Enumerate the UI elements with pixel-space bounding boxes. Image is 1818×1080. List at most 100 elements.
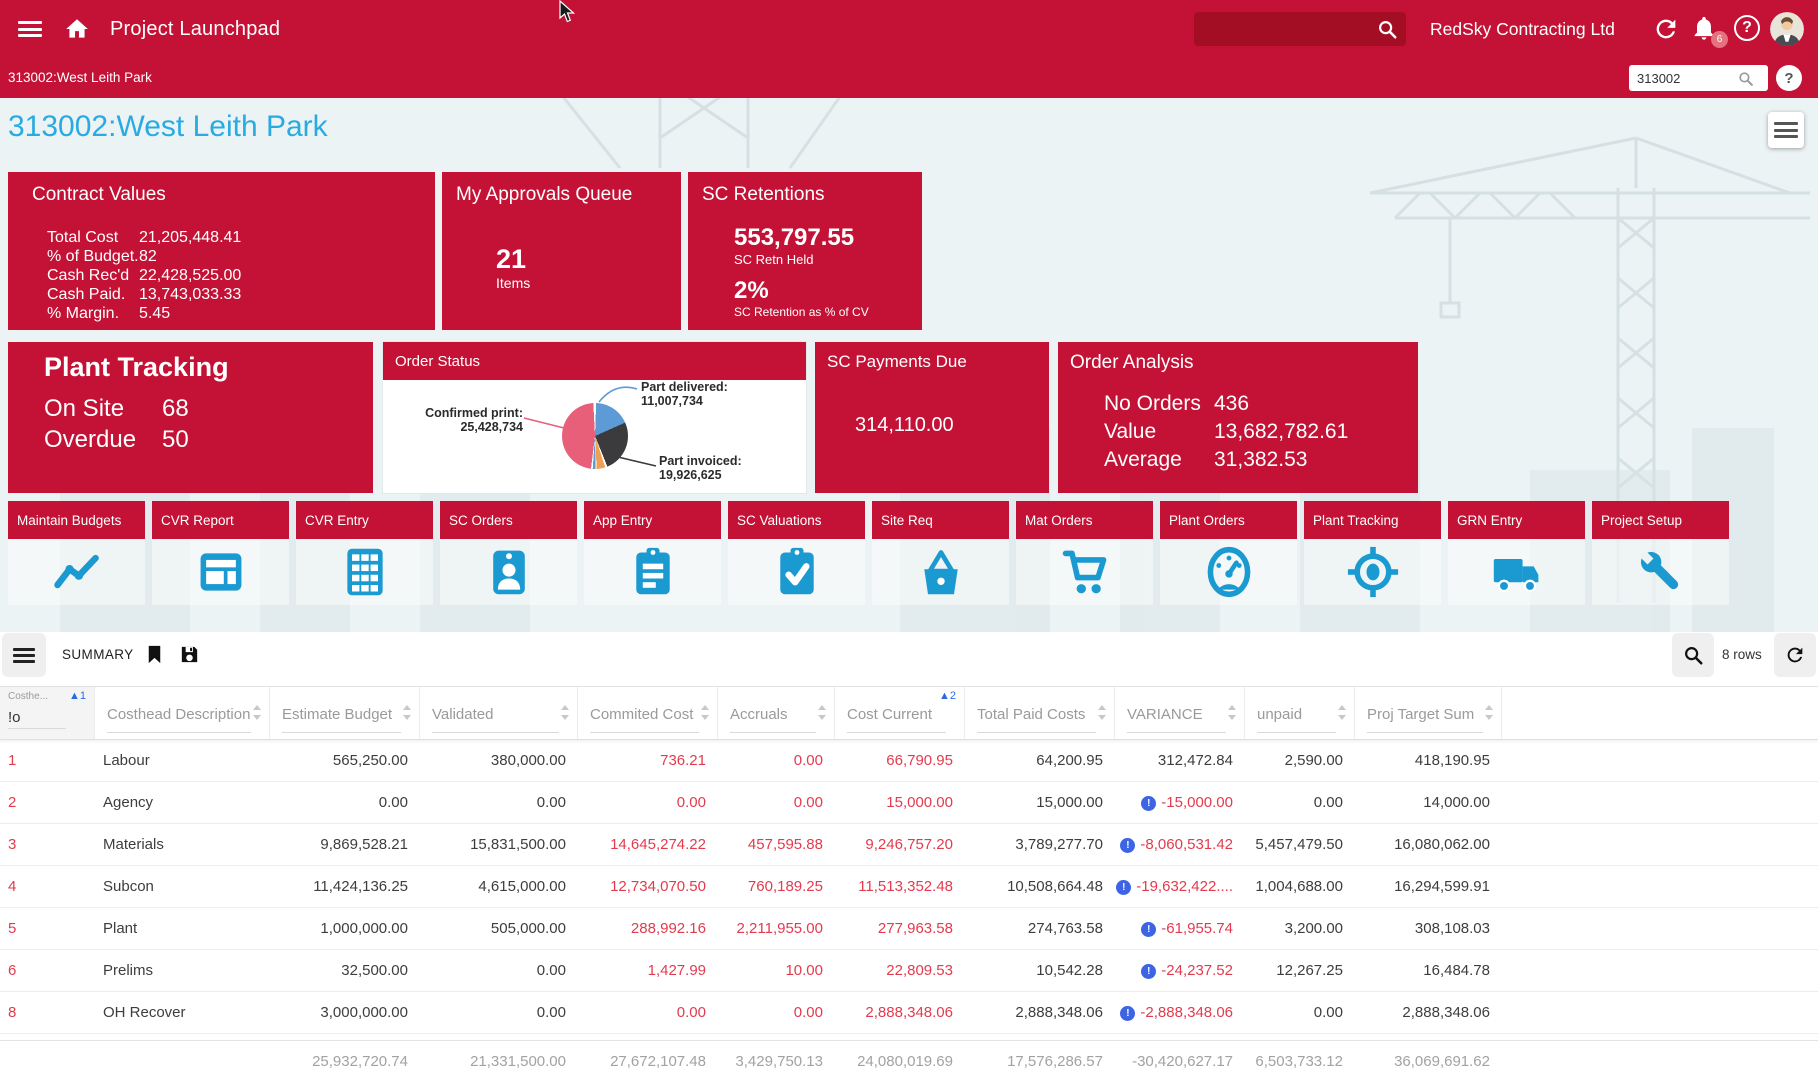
sort-caret-icon[interactable] [700, 704, 710, 726]
column-filter-input[interactable] [590, 732, 699, 733]
column-header-desc[interactable]: Costhead Description [95, 687, 270, 739]
cell-accr: 0.00 [718, 740, 835, 781]
cell-est: 32,500.00 [270, 950, 420, 991]
column-filter-value[interactable]: !o [8, 709, 21, 726]
sort-caret-icon[interactable] [1337, 704, 1347, 726]
user-avatar[interactable] [1770, 12, 1804, 46]
report-icon [152, 539, 289, 605]
sort-caret-icon[interactable] [1097, 704, 1107, 726]
column-header-comm[interactable]: Commited Cost [578, 687, 718, 739]
pie-label-confirmed-print: Confirmed print:25,428,734 [383, 406, 523, 434]
cell-no: 6 [0, 950, 95, 991]
sort-caret-icon[interactable] [252, 704, 262, 726]
nav-tile-plant-tracking[interactable]: Plant Tracking [1304, 501, 1441, 605]
column-filter-input[interactable] [1367, 732, 1483, 733]
column-header-cost[interactable]: Cost Current▲2 [835, 687, 965, 739]
column-filter-input[interactable] [432, 732, 559, 733]
metric-value: 31,382.53 [1214, 446, 1307, 474]
menu-icon[interactable] [18, 21, 42, 37]
grid-refresh-button[interactable] [1774, 633, 1816, 677]
metric-value: 13,743,033.33 [139, 285, 241, 304]
nav-tile-cvr-entry[interactable]: CVR Entry [296, 501, 433, 605]
table-row[interactable]: 2Agency0.000.000.000.0015,000.0015,000.0… [0, 782, 1818, 824]
nav-tile-sc-orders[interactable]: SC Orders [440, 501, 577, 605]
nav-tile-maintain-budgets[interactable]: Maintain Budgets [8, 501, 145, 605]
column-filter-input[interactable] [847, 732, 946, 733]
pie-callout-name: Confirmed print: [383, 406, 523, 420]
sc-retentions-card: SC Retentions 553,797.55 SC Retn Held 2%… [688, 172, 922, 330]
sort-caret-icon[interactable] [402, 704, 412, 726]
column-header-unpaid[interactable]: unpaid [1245, 687, 1355, 739]
nav-tile-mat-orders[interactable]: Mat Orders [1016, 501, 1153, 605]
table-row[interactable]: 8OH Recover3,000,000.000.000.000.002,888… [0, 992, 1818, 1034]
cell-unpaid: 2,590.00 [1245, 740, 1355, 781]
cell-no: 3 [0, 824, 95, 865]
cell-accr: 10.00 [718, 950, 835, 991]
project-search-input[interactable] [1637, 71, 1737, 86]
contract-values-card: Contract Values Total Cost21,205,448.41%… [8, 172, 435, 330]
cell-no: 8 [0, 992, 95, 1033]
grid-search-button[interactable] [1672, 633, 1714, 677]
column-filter-input[interactable] [282, 732, 401, 733]
sort-caret-icon[interactable] [817, 704, 827, 726]
cell-val: 0.00 [420, 992, 578, 1033]
retention-percent-label: SC Retention as % of CV [734, 305, 922, 319]
save-icon[interactable] [178, 643, 201, 666]
column-header-var[interactable]: VARIANCE [1115, 687, 1245, 739]
nav-tile-cvr-report[interactable]: CVR Report [152, 501, 289, 605]
column-header-paid[interactable]: Total Paid Costs [965, 687, 1115, 739]
table-row[interactable]: 6Prelims32,500.000.001,427.9910.0022,809… [0, 950, 1818, 992]
notifications-bell-icon[interactable]: 6 [1690, 14, 1722, 46]
help-icon[interactable]: ? [1734, 15, 1762, 43]
bookmark-icon[interactable] [143, 643, 166, 666]
cell-var: 312,472.84 [1115, 740, 1245, 781]
global-search-input[interactable] [1194, 12, 1406, 46]
column-header-label: Proj Target Sum [1367, 706, 1474, 723]
nav-tile-grn-entry[interactable]: GRN Entry [1448, 501, 1585, 605]
table-row[interactable]: 5Plant1,000,000.00505,000.00288,992.162,… [0, 908, 1818, 950]
column-header-proj[interactable]: Proj Target Sum [1355, 687, 1502, 739]
cell-desc: Subcon [95, 866, 270, 907]
page-menu-button[interactable] [1768, 112, 1804, 148]
column-header-est[interactable]: Estimate Budget [270, 687, 420, 739]
nav-tile-app-entry[interactable]: App Entry [584, 501, 721, 605]
column-header-accr[interactable]: Accruals [718, 687, 835, 739]
column-header-label: Costhead Description [107, 706, 250, 723]
column-filter-input[interactable] [107, 732, 251, 733]
pie-callout-value: 25,428,734 [383, 420, 523, 434]
refresh-icon[interactable] [1652, 15, 1680, 43]
metric-value: 5.45 [139, 304, 170, 323]
grid-menu-button[interactable] [2, 633, 46, 677]
project-help-icon[interactable]: ? [1776, 65, 1802, 91]
search-icon[interactable] [1376, 18, 1398, 40]
nav-tile-label: Project Setup [1592, 501, 1729, 539]
column-header-val[interactable]: Validated [420, 687, 578, 739]
nav-tile-plant-orders[interactable]: Plant Orders [1160, 501, 1297, 605]
sort-caret-icon[interactable] [1484, 704, 1494, 726]
home-icon[interactable] [64, 16, 90, 42]
truck-icon [1448, 539, 1585, 605]
table-row[interactable]: 1Labour565,250.00380,000.00736.210.0066,… [0, 740, 1818, 782]
column-filter-input[interactable] [1257, 732, 1336, 733]
nav-tile-site-req[interactable]: Site Req [872, 501, 1009, 605]
cell-cost: 15,000.00 [835, 782, 965, 823]
search-icon[interactable] [1737, 70, 1754, 87]
table-row[interactable]: 3Materials9,869,528.2115,831,500.0014,64… [0, 824, 1818, 866]
column-filter-input[interactable] [8, 728, 66, 729]
column-header-no[interactable]: Costhe...!o▲1 [0, 687, 95, 739]
column-filter-input[interactable] [1127, 732, 1226, 733]
column-header-label: Costhe... [8, 691, 48, 702]
column-filter-input[interactable] [977, 732, 1096, 733]
cell-desc: Labour [95, 740, 270, 781]
table-row[interactable]: 4Subcon11,424,136.254,615,000.0012,734,0… [0, 866, 1818, 908]
metric-label: % of Budget. [47, 247, 139, 266]
sort-caret-icon[interactable] [1227, 704, 1237, 726]
nav-tile-sc-valuations[interactable]: SC Valuations [728, 501, 865, 605]
column-header-label: Validated [432, 706, 493, 723]
column-filter-input[interactable] [730, 732, 816, 733]
order-analysis-row: No Orders436 [1104, 390, 1418, 418]
sort-caret-icon[interactable] [560, 704, 570, 726]
summary-grid: SUMMARY 8 rows Costhe...!o▲1Costhead Des… [0, 632, 1818, 1080]
nav-tile-project-setup[interactable]: Project Setup [1592, 501, 1729, 605]
breadcrumb[interactable]: 313002:West Leith Park [8, 70, 152, 85]
